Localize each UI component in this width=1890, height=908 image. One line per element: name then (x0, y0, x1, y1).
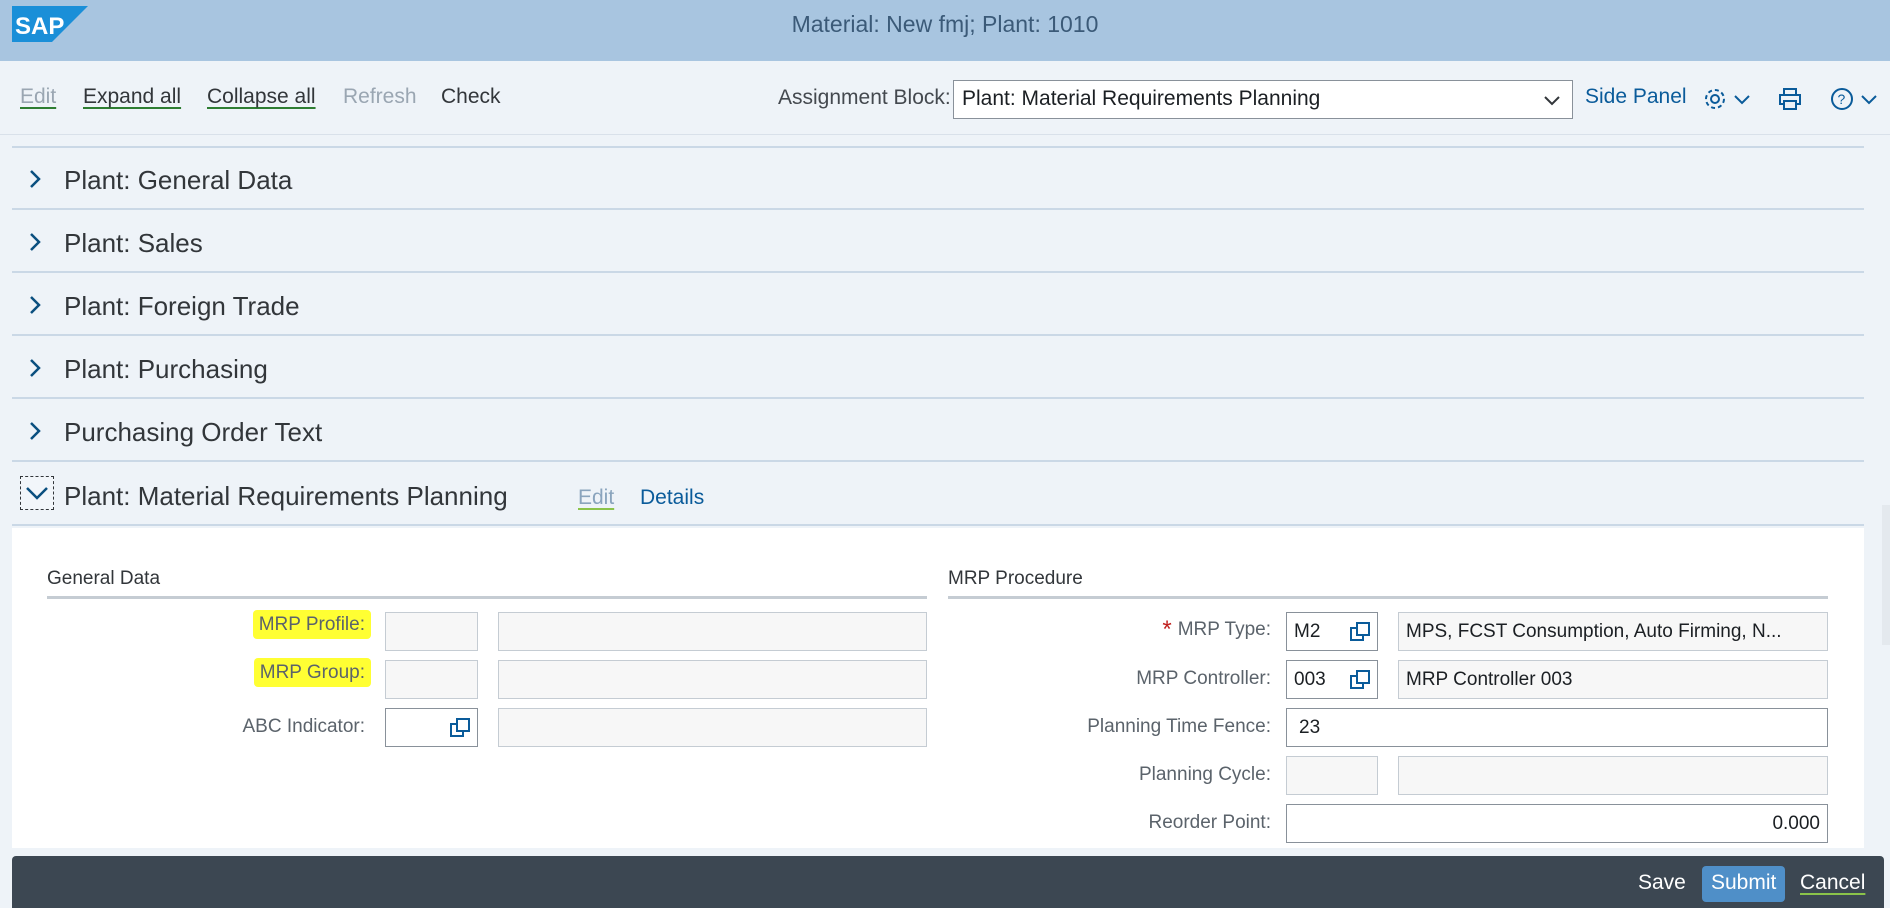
mrp-controller-label: MRP Controller: (1136, 668, 1271, 689)
block-plant-foreign-trade[interactable]: Plant: Foreign Trade (12, 274, 1864, 336)
value-help-icon[interactable] (1349, 669, 1371, 691)
refresh-button[interactable]: Refresh (343, 85, 417, 109)
help-icon: ? (1831, 88, 1853, 110)
block-details-button[interactable]: Details (640, 486, 704, 510)
chevron-down-icon (26, 487, 48, 500)
edit-button[interactable]: Edit (20, 85, 56, 109)
block-label: Plant: Sales (64, 228, 203, 258)
shell-bar: SAP Material: New fmj; Plant: 1010 (0, 0, 1890, 61)
print-button[interactable] (1778, 86, 1802, 112)
divider (948, 596, 1828, 599)
planning-time-fence-label: Planning Time Fence: (1087, 716, 1271, 737)
collapse-toggle[interactable] (20, 476, 54, 510)
block-plant-general-data[interactable]: Plant: General Data (12, 148, 1864, 210)
reorder-point-field[interactable]: 0.000 (1286, 804, 1828, 843)
block-plant-sales[interactable]: Plant: Sales (12, 211, 1864, 273)
mrp-type-code: M2 (1294, 621, 1321, 642)
block-plant-mrp: Plant: Material Requirements Planning Ed… (12, 464, 1864, 526)
mrp-group-field[interactable] (385, 660, 478, 699)
mrp-form-panel: General Data MRP Profile: MRP Group: ABC… (12, 528, 1864, 848)
required-marker: * (1162, 616, 1172, 643)
save-button[interactable]: Save (1629, 866, 1695, 902)
mrp-group-description (498, 660, 927, 699)
chevron-right-icon (30, 296, 41, 314)
scrollbar-thumb[interactable] (1882, 505, 1890, 645)
block-label: Plant: Foreign Trade (64, 291, 300, 321)
printer-icon (1779, 88, 1801, 110)
expand-all-button[interactable]: Expand all (83, 85, 181, 109)
assignment-block-select[interactable]: Plant: Material Requirements Planning (953, 80, 1573, 119)
block-edit-button[interactable]: Edit (578, 486, 614, 510)
submit-button[interactable]: Submit (1702, 866, 1786, 902)
collapse-all-button[interactable]: Collapse all (207, 85, 316, 109)
mrp-controller-code: 003 (1294, 669, 1326, 690)
value-help-icon[interactable] (449, 717, 471, 739)
chevron-right-icon (30, 233, 41, 251)
mrp-type-field[interactable]: M2 (1286, 612, 1378, 651)
footer-toolbar: Save Submit Cancel (12, 856, 1884, 908)
mrp-group-label: MRP Group: (253, 658, 371, 687)
check-button[interactable]: Check (441, 85, 501, 109)
assignment-block-label: Assignment Block: (778, 86, 951, 109)
chevron-right-icon (30, 422, 41, 440)
chevron-down-icon (1734, 95, 1750, 105)
page-title: Material: New fmj; Plant: 1010 (791, 11, 1099, 37)
block-label: Plant: General Data (64, 165, 293, 195)
mrp-type-label: * MRP Type: (1162, 616, 1271, 644)
abc-indicator-field[interactable] (385, 708, 478, 747)
abc-indicator-label: ABC Indicator: (242, 716, 366, 737)
divider (47, 596, 927, 599)
svg-text:?: ? (1838, 91, 1846, 107)
planning-cycle-description (1398, 756, 1828, 795)
section-title-general-data: General Data (47, 568, 161, 589)
block-plant-purchasing[interactable]: Plant: Purchasing (12, 337, 1864, 399)
block-purchasing-order-text[interactable]: Purchasing Order Text (12, 400, 1864, 462)
chevron-down-icon (1861, 95, 1877, 105)
toolbar: Edit Expand all Collapse all Refresh Che… (0, 61, 1890, 135)
planning-time-fence-field[interactable]: 23 (1286, 708, 1828, 747)
mrp-profile-field[interactable] (385, 612, 478, 651)
planning-cycle-field[interactable] (1286, 756, 1378, 795)
assignment-blocks-container: Plant: General Data Plant: Sales Plant: … (12, 146, 1864, 858)
block-label: Plant: Material Requirements Planning (64, 481, 508, 511)
mrp-type-label-text: MRP Type: (1177, 619, 1271, 640)
side-panel-button[interactable]: Side Panel (1585, 85, 1687, 109)
section-title-mrp-procedure: MRP Procedure (948, 568, 1083, 589)
chevron-down-icon (1544, 96, 1560, 106)
gear-icon (1705, 89, 1725, 109)
chevron-right-icon (30, 359, 41, 377)
assignment-block-value: Plant: Material Requirements Planning (962, 87, 1321, 110)
chevron-right-icon (30, 170, 41, 188)
highlighted-label: MRP Group: (253, 658, 371, 687)
value-help-icon[interactable] (1349, 621, 1371, 643)
settings-menu-button[interactable] (1703, 86, 1751, 112)
block-label: Purchasing Order Text (64, 417, 323, 447)
cancel-button[interactable]: Cancel (1791, 866, 1874, 902)
help-menu-button[interactable]: ? (1830, 86, 1878, 112)
mrp-controller-field[interactable]: 003 (1286, 660, 1378, 699)
reorder-point-label: Reorder Point: (1148, 812, 1271, 833)
highlighted-label: MRP Profile: (252, 610, 371, 639)
mrp-controller-description: MRP Controller 003 (1398, 660, 1828, 699)
abc-indicator-description (498, 708, 927, 747)
mrp-profile-description (498, 612, 927, 651)
mrp-profile-label: MRP Profile: (252, 610, 371, 639)
block-label: Plant: Purchasing (64, 354, 268, 384)
mrp-type-description: MPS, FCST Consumption, Auto Firming, N..… (1398, 612, 1828, 651)
planning-cycle-label: Planning Cycle: (1138, 764, 1271, 785)
